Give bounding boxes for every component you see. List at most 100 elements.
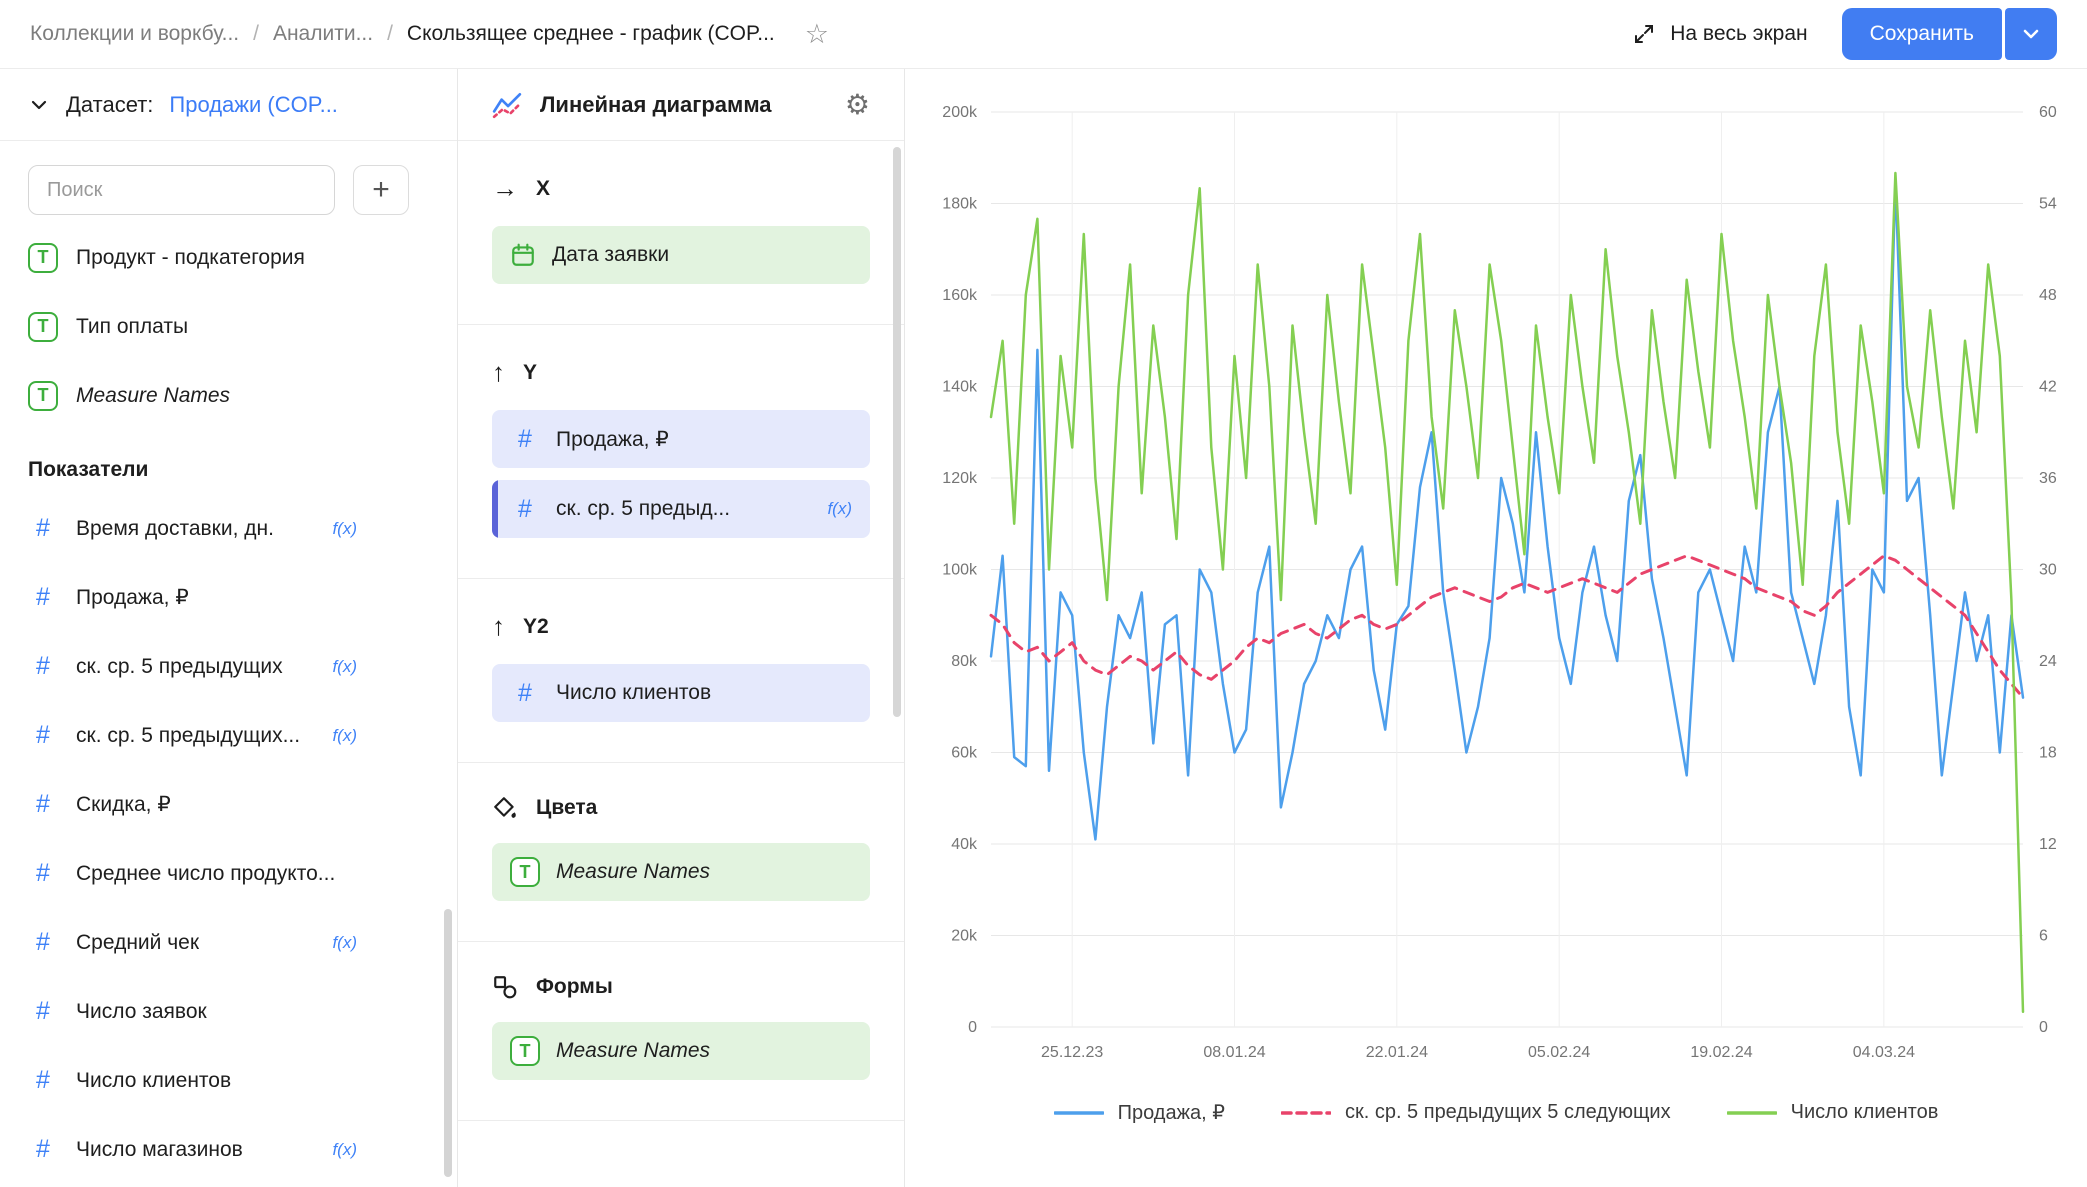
dimension-type-icon: T: [28, 243, 58, 273]
chip-colors-measure-names[interactable]: T Measure Names: [492, 843, 870, 901]
field-label: Число заявок: [76, 1000, 207, 1024]
field-label: ск. ср. 5 предыдущих...: [76, 724, 300, 748]
header-actions: На весь экран Сохранить: [1632, 8, 2057, 60]
svg-text:24: 24: [2039, 653, 2057, 670]
dataset-link[interactable]: Продажи (COP...: [169, 92, 338, 118]
measure-type-icon: #: [28, 652, 58, 681]
save-button-group: Сохранить: [1842, 8, 2057, 60]
svg-text:30: 30: [2039, 562, 2057, 579]
legend-item[interactable]: Продажа, ₽: [1054, 1100, 1225, 1125]
measure-field-row[interactable]: #Число магазиновf(x): [0, 1115, 457, 1184]
measure-field-row[interactable]: #Число заявок: [0, 977, 457, 1046]
svg-text:19.02.24: 19.02.24: [1690, 1044, 1752, 1061]
measure-type-icon: #: [28, 514, 58, 543]
dataset-row[interactable]: Датасет: Продажи (COP...: [0, 69, 457, 141]
chip-moving-average-field[interactable]: # ск. ср. 5 предыд... f(x): [492, 480, 870, 538]
dimension-field-row[interactable]: TMeasure Names: [0, 361, 457, 430]
save-dropdown-button[interactable]: [2005, 8, 2057, 60]
chip-label: Продажа, ₽: [556, 427, 669, 452]
line-chart[interactable]: 0020k640k1260k1880k24100k30120k36140k421…: [905, 69, 2087, 1079]
formula-badge: f(x): [332, 726, 357, 746]
measure-field-row[interactable]: #Продажа, ₽: [0, 563, 457, 632]
measure-field-row[interactable]: #ск. ср. 5 предыдущихf(x): [0, 632, 457, 701]
field-label: Тип оплаты: [76, 315, 188, 339]
chip-date-field[interactable]: Дата заявки: [492, 226, 870, 284]
legend-line-sample: [1727, 1109, 1777, 1117]
chip-label: ск. ср. 5 предыд...: [556, 497, 730, 521]
y-axis-icon: ↑: [492, 357, 505, 388]
x-axis-icon: →: [492, 173, 518, 204]
add-field-button[interactable]: +: [353, 165, 409, 215]
measure-type-icon: #: [28, 721, 58, 750]
dimension-field-row[interactable]: T Продукт - подкатегория: [0, 223, 457, 292]
save-button[interactable]: Сохранить: [1842, 8, 2002, 60]
top-bar: Коллекции и воркбу... / Аналити... / Ско…: [0, 0, 2087, 69]
svg-text:05.02.24: 05.02.24: [1528, 1044, 1590, 1061]
measure-field-row[interactable]: #Средний чекf(x): [0, 908, 457, 977]
measure-type-icon: #: [28, 1135, 58, 1164]
measure-field-row[interactable]: # ск. ср. 5 предыдущих... f(x): [0, 701, 457, 770]
field-label: Скидка, ₽: [76, 792, 171, 817]
measure-type-icon: #: [28, 790, 58, 819]
gear-icon[interactable]: ⚙: [845, 88, 870, 121]
shelf-section-shapes: Формы T Measure Names: [458, 942, 904, 1121]
breadcrumb-analytics[interactable]: Аналити...: [273, 22, 373, 46]
dimension-type-icon: T: [510, 1036, 540, 1066]
measures-header: Показатели: [0, 430, 457, 494]
svg-text:36: 36: [2039, 470, 2057, 487]
breadcrumb-collections[interactable]: Коллекции и воркбу...: [30, 22, 239, 46]
colors-shelf-name: Цвета: [536, 796, 597, 820]
svg-text:200k: 200k: [942, 104, 978, 121]
chevron-down-icon: [28, 94, 50, 116]
formula-badge: f(x): [332, 657, 357, 677]
svg-text:160k: 160k: [942, 287, 978, 304]
chip-clients-field[interactable]: # Число клиентов: [492, 664, 870, 722]
shelf-section-y: ↑ Y # Продажа, ₽ # ск. ср. 5 предыд... f…: [458, 325, 904, 579]
svg-text:40k: 40k: [951, 836, 978, 853]
measure-field-row[interactable]: #Время доставки, дн.f(x): [0, 494, 457, 563]
svg-text:48: 48: [2039, 287, 2057, 304]
chart-legend: Продажа, ₽ ск. ср. 5 предыдущих 5 следующ…: [905, 1100, 2087, 1125]
measure-type-icon: #: [28, 928, 58, 957]
shapes-shelf-label: Формы: [492, 974, 870, 1000]
legend-item[interactable]: Число клиентов: [1727, 1101, 1939, 1124]
fullscreen-label: На весь экран: [1670, 22, 1807, 46]
search-input[interactable]: [28, 165, 335, 215]
calendar-icon: [510, 242, 536, 268]
sidebar: Датасет: Продажи (COP... + T Продукт - по…: [0, 69, 458, 1187]
shelf-section-colors: Цвета T Measure Names: [458, 763, 904, 942]
svg-text:22.01.24: 22.01.24: [1366, 1044, 1428, 1061]
svg-text:0: 0: [968, 1019, 977, 1036]
legend-item[interactable]: ск. ср. 5 предыдущих 5 следующих: [1281, 1101, 1671, 1124]
svg-text:100k: 100k: [942, 562, 978, 579]
chip-shapes-measure-names[interactable]: T Measure Names: [492, 1022, 870, 1080]
chip-sales-field[interactable]: # Продажа, ₽: [492, 410, 870, 468]
svg-text:12: 12: [2039, 836, 2057, 853]
y-shelf-label: ↑ Y: [492, 357, 870, 388]
chart-type-title: Линейная диаграмма: [540, 92, 772, 118]
dimension-type-icon: T: [28, 312, 58, 342]
sidebar-scrollbar[interactable]: [444, 909, 452, 1177]
svg-text:04.03.24: 04.03.24: [1853, 1044, 1915, 1061]
shelves-scrollbar[interactable]: [893, 147, 901, 717]
measure-field-row[interactable]: # Скидка, ₽: [0, 770, 457, 839]
y2-axis-icon: ↑: [492, 611, 505, 642]
measure-field-row[interactable]: #Число клиентов: [0, 1046, 457, 1115]
breadcrumb: Коллекции и воркбу... / Аналити... / Ско…: [30, 19, 829, 50]
measure-field-row[interactable]: #Среднее число продукто...: [0, 839, 457, 908]
chart-settings-panel: Линейная диаграмма ⚙ → X Дата заявки ↑: [458, 69, 905, 1187]
star-icon[interactable]: ☆: [805, 19, 829, 50]
field-label: Продукт - подкатегория: [76, 246, 305, 270]
breadcrumb-current: Скользящее среднее - график (COP...: [407, 22, 775, 46]
dimension-field-row[interactable]: T Тип оплаты: [0, 292, 457, 361]
fullscreen-button[interactable]: На весь экран: [1632, 22, 1807, 46]
legend-label: ск. ср. 5 предыдущих 5 следующих: [1345, 1101, 1671, 1124]
y-shelf-name: Y: [523, 361, 537, 385]
shapes-shelf-name: Формы: [536, 975, 613, 999]
chip-label: Measure Names: [556, 860, 710, 884]
line-chart-icon: [492, 90, 522, 120]
svg-text:180k: 180k: [942, 196, 978, 213]
measure-list: #Время доставки, дн.f(x)#Продажа, ₽#ск. …: [0, 494, 457, 1184]
breadcrumb-separator: /: [387, 22, 393, 46]
field-label: Число клиентов: [76, 1069, 231, 1093]
